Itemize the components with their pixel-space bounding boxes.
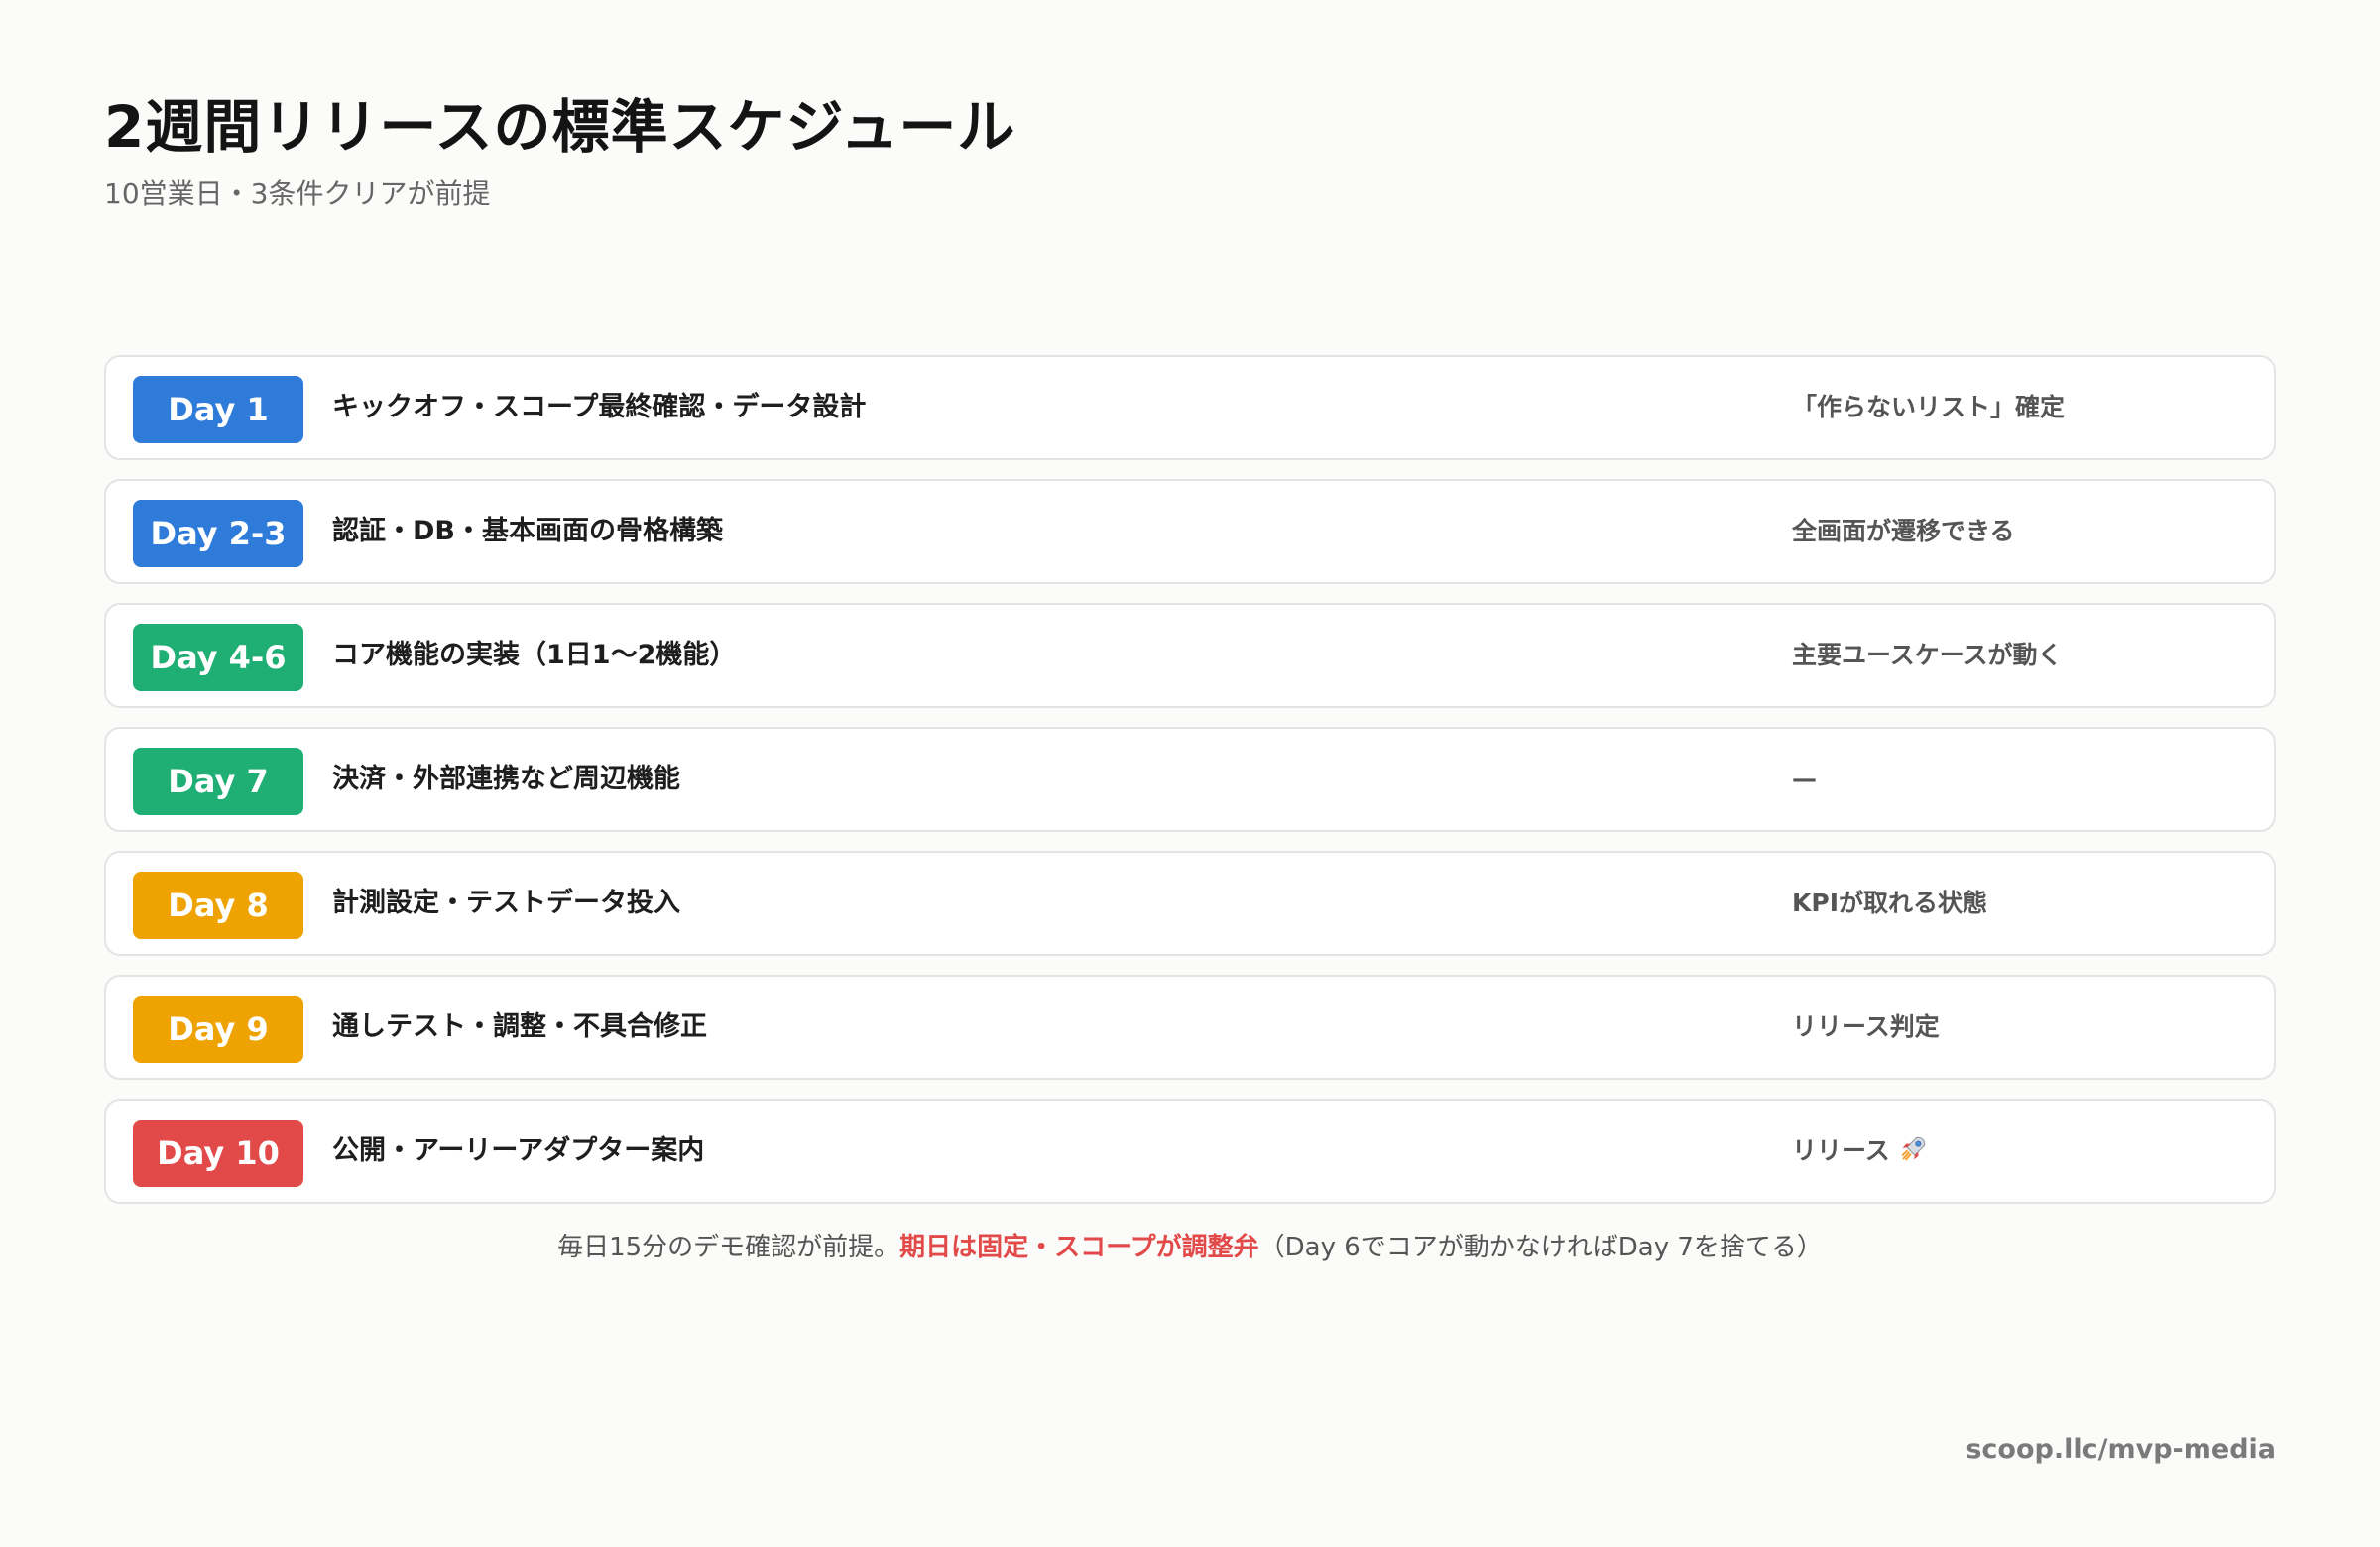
task-text: 計測設定・テストデータ投入 (332, 888, 680, 918)
day-badge: Day 1 (133, 376, 303, 443)
footnote-emphasis: 期日は固定・スコープが調整弁 (899, 1233, 1259, 1262)
footnote: 毎日15分のデモ確認が前提。期日は固定・スコープが調整弁（Day 6でコアが動か… (0, 1228, 2380, 1267)
schedule-row-day-1: Day 1 キックオフ・スコープ最終確認・データ設計 「作らないリスト」確定 (104, 355, 2276, 460)
schedule-row-day-9: Day 9 通しテスト・調整・不具合修正 リリース判定 (104, 975, 2276, 1080)
footnote-note: （Day 6でコアが動かなければDay 7を捨てる） (1258, 1233, 1823, 1262)
task-text: 認証・DB・基本画面の骨格構築 (332, 516, 723, 546)
page-subtitle: 10営業日・3条件クリアが前提 (104, 178, 491, 210)
day-badge: Day 9 (133, 996, 303, 1063)
footnote-text: 毎日15分のデモ確認が前提。 (557, 1233, 900, 1262)
schedule-row-day-8: Day 8 計測設定・テストデータ投入 KPIが取れる状態 (104, 851, 2276, 956)
schedule-row-day-2-3: Day 2-3 認証・DB・基本画面の骨格構築 全画面が遷移できる (104, 479, 2276, 584)
day-badge: Day 7 (133, 748, 303, 815)
schedule-row-day-7: Day 7 決済・外部連携など周辺機能 — (104, 727, 2276, 832)
rocket-icon (1901, 1136, 1925, 1161)
day-badge: Day 8 (133, 872, 303, 939)
task-text: 決済・外部連携など周辺機能 (332, 764, 680, 794)
source-url: scoop.llc/mvp-media (1965, 1434, 2276, 1465)
task-text: コア機能の実装（1日1〜2機能） (332, 640, 737, 670)
milestone-text: KPIが取れる状態 (1792, 889, 1987, 917)
task-text: キックオフ・スコープ最終確認・データ設計 (332, 392, 867, 422)
day-badge: Day 10 (133, 1120, 303, 1187)
milestone-text: 全画面が遷移できる (1792, 517, 2015, 545)
task-text: 公開・アーリーアダプター案内 (332, 1135, 705, 1166)
schedule-row-day-4-6: Day 4-6 コア機能の実装（1日1〜2機能） 主要ユースケースが動く (104, 603, 2276, 708)
milestone-text: — (1792, 765, 1817, 793)
milestone-text: 「作らないリスト」確定 (1792, 393, 2066, 421)
milestone-label: リリース (1792, 1136, 1890, 1165)
schedule-list: Day 1 キックオフ・スコープ最終確認・データ設計 「作らないリスト」確定 D… (104, 355, 2276, 1223)
milestone-text: リリース判定 (1792, 1012, 1940, 1041)
schedule-row-day-10: Day 10 公開・アーリーアダプター案内 リリース (104, 1099, 2276, 1204)
milestone-text: 主要ユースケースが動く (1792, 641, 2063, 669)
task-text: 通しテスト・調整・不具合修正 (332, 1012, 707, 1042)
page-title: 2週間リリースの標準スケジュール (104, 93, 1016, 161)
day-badge: Day 4-6 (133, 624, 303, 691)
milestone-text: リリース (1792, 1101, 1928, 1202)
day-badge: Day 2-3 (133, 500, 303, 567)
